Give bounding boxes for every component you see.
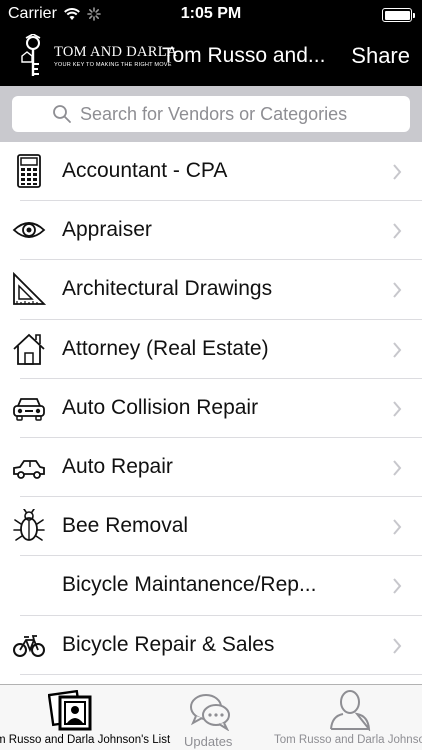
list-item[interactable]: Bicycle Repair & Sales	[0, 616, 422, 675]
status-time: 1:05 PM	[180, 5, 242, 22]
person-icon	[330, 690, 371, 731]
chevron-right-icon	[393, 519, 402, 535]
list-item[interactable]: Accountant - CPA	[0, 142, 422, 202]
share-button[interactable]: Share	[351, 43, 410, 69]
tab-label: Tom Russo and Darla Johnso	[274, 734, 422, 746]
chevron-right-icon	[393, 401, 402, 417]
list-item-label: Appraiser	[62, 218, 152, 242]
list-item[interactable]: Attorney (Real Estate)	[0, 320, 422, 379]
list-item-label: Auto Repair	[62, 454, 173, 478]
search-field-container[interactable]	[12, 96, 410, 132]
list-item[interactable]: Appraiser	[0, 201, 422, 261]
list-item-label: Attorney (Real Estate)	[62, 336, 269, 360]
car-front-icon	[13, 397, 45, 421]
list-item-label: Accountant - CPA	[62, 159, 228, 182]
key-logo-icon	[21, 34, 41, 76]
divider	[20, 673, 422, 675]
logo-title: TOM AND DARLA	[54, 44, 178, 60]
tab-my-list[interactable]: m Russo and Darla Johnson's List	[0, 685, 170, 750]
search-input[interactable]	[80, 103, 370, 125]
calculator-icon	[17, 154, 41, 188]
status-right	[382, 8, 415, 22]
category-list: Accountant - CPA Appraiser Architectural…	[0, 142, 422, 675]
page-title: Tom Russo and...	[162, 44, 326, 67]
navigation-bar: TOM AND DARLA YOUR KEY TO MAKING THE RIG…	[0, 30, 422, 86]
list-item-label: Architectural Drawings	[62, 277, 273, 301]
search-icon	[53, 105, 71, 123]
chevron-right-icon	[393, 341, 402, 358]
tab-updates[interactable]: Updates	[156, 685, 266, 750]
chevron-right-icon	[393, 578, 402, 594]
tab-bar: m Russo and Darla Johnson's List Updates…	[0, 684, 422, 750]
chevron-right-icon	[393, 460, 402, 476]
status-bar: Carrier 1:05 PM	[0, 0, 422, 30]
chevron-right-icon	[393, 164, 402, 180]
list-item[interactable]: Architectural Drawings	[0, 260, 422, 320]
list-item-label: Bicycle Repair & Sales	[62, 632, 275, 656]
eye-icon	[12, 222, 46, 239]
list-item-label: Bicycle Maintanence/Rep...	[62, 573, 317, 597]
list-item[interactable]: Bee Removal	[0, 497, 422, 557]
chat-bubbles-icon	[190, 694, 230, 731]
list-item-label: Bee Removal	[62, 514, 189, 538]
battery-icon	[382, 8, 415, 22]
chevron-right-icon	[393, 282, 402, 299]
set-square-icon	[13, 272, 46, 306]
logo-tagline: YOUR KEY TO MAKING THE RIGHT MOVE	[54, 62, 172, 68]
list-item-label: Auto Collision Repair	[62, 395, 259, 419]
brand-logo: TOM AND DARLA YOUR KEY TO MAKING THE RIG…	[20, 34, 177, 80]
list-item[interactable]: Auto Repair	[0, 438, 422, 498]
list-item[interactable]: Bicycle Maintanence/Rep...	[0, 556, 422, 616]
bug-icon	[13, 509, 45, 542]
photos-icon	[48, 690, 92, 731]
car-side-icon	[13, 460, 45, 479]
chevron-right-icon	[393, 637, 402, 654]
bicycle-icon	[13, 634, 45, 657]
chevron-right-icon	[393, 223, 402, 239]
search-bar	[0, 86, 422, 142]
list-item[interactable]: Auto Collision Repair	[0, 379, 422, 438]
tab-label: Updates	[184, 734, 233, 749]
tab-label: m Russo and Darla Johnson's List	[0, 734, 171, 746]
house-icon	[13, 333, 45, 365]
tab-profile[interactable]: Tom Russo and Darla Johnso	[266, 685, 422, 750]
